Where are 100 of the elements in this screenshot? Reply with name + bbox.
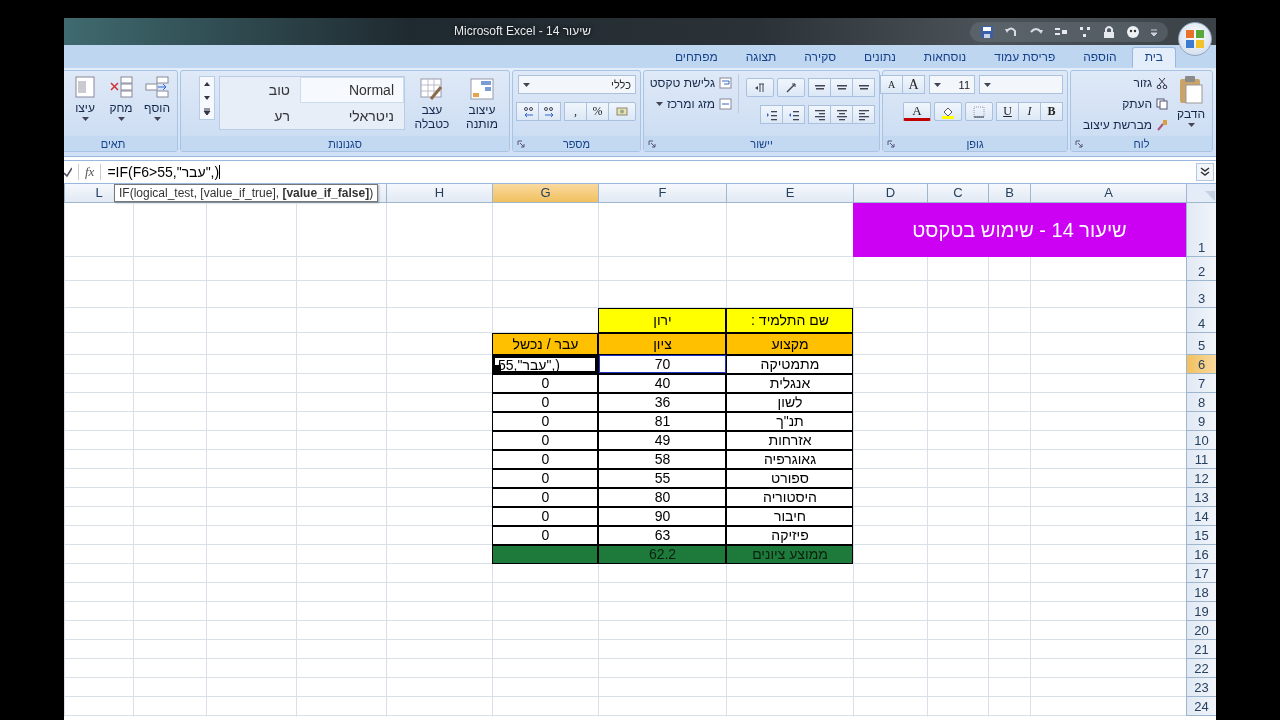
row-header[interactable]: 7 [1186,374,1216,393]
row-header[interactable]: 11 [1186,450,1216,469]
percent-button[interactable]: % [586,102,609,121]
lock-icon[interactable] [1102,24,1116,39]
table-cell: 0 [492,412,598,431]
font-size-field[interactable]: 11 [929,75,975,94]
row-header[interactable]: 23 [1186,678,1216,697]
cell-style-option[interactable]: Normal [300,77,404,103]
copy-button[interactable]: העתק [1080,95,1171,113]
dialog-launcher-icon[interactable] [887,140,895,148]
expand-formula-button[interactable] [1196,163,1214,181]
bold-button[interactable]: B [1040,102,1063,121]
format-as-table-button[interactable]: עצב כטבלה [409,74,455,132]
column-header[interactable]: E [726,184,853,203]
row-header[interactable]: 4 [1186,308,1216,333]
ribbon-tab[interactable]: מפתחים [661,47,731,68]
horizontal-align-button[interactable] [852,105,875,124]
horizontal-align-button[interactable] [808,105,831,124]
row-header[interactable]: 10 [1186,431,1216,450]
row-header[interactable]: 2 [1186,257,1216,281]
ribbon-tab[interactable]: פריסת עמוד [981,47,1069,68]
dialog-launcher-icon[interactable] [648,140,656,148]
app-menu-button[interactable] [1178,22,1212,56]
paste-button[interactable]: הדבק [1174,74,1208,128]
column-header[interactable]: C [927,184,988,203]
row-header[interactable]: 6 [1186,355,1216,374]
table-cell: 0 [492,507,598,526]
grow-font-button[interactable]: A [902,75,925,94]
row-header[interactable]: 9 [1186,412,1216,431]
insert-cells-button[interactable]: הוסף [141,74,173,122]
column-header[interactable]: G [492,184,598,203]
format-painter-button[interactable]: מברשת עיצוב [1080,116,1171,134]
underline-button[interactable]: U [996,102,1019,121]
vertical-align-button[interactable] [830,78,853,97]
font-color-button[interactable]: A [903,102,931,121]
delete-cells-button[interactable]: מחק [105,74,137,122]
column-header[interactable]: H [386,184,492,203]
row-header[interactable]: 12 [1186,469,1216,488]
ribbon-tab[interactable]: בית [1131,47,1176,68]
table-cell: לשון [726,393,853,412]
format-cells-button[interactable]: עיצו [69,74,101,122]
comma-button[interactable]: , [564,102,587,121]
row-header[interactable]: 21 [1186,640,1216,659]
vertical-align-button[interactable] [852,78,875,97]
fill-color-button[interactable] [934,102,962,121]
italic-button[interactable]: I [1018,102,1041,121]
customize-menu-icon[interactable] [1150,26,1158,37]
number-format-field[interactable]: כללי [518,75,636,94]
row-header[interactable]: 16 [1186,545,1216,564]
dialog-launcher-icon[interactable] [517,140,525,148]
more-icon[interactable] [202,108,212,116]
dialog-launcher-icon[interactable] [1075,140,1083,148]
scissors-icon [1156,77,1169,89]
row-header[interactable]: 1 [1186,203,1216,257]
decrease-indent-button[interactable] [782,105,805,124]
horizontal-align-button[interactable] [830,105,853,124]
scroll-up-icon[interactable] [202,80,212,88]
scroll-down-icon[interactable] [202,94,212,102]
column-header[interactable]: F [598,184,726,203]
row-header[interactable]: 14 [1186,507,1216,526]
row-header[interactable]: 24 [1186,697,1216,716]
text-direction-button[interactable] [746,78,774,97]
decrease-decimal-button[interactable] [516,102,539,121]
borders-button[interactable] [965,102,993,121]
row-header[interactable]: 15 [1186,526,1216,545]
row-header[interactable]: 17 [1186,564,1216,583]
increase-decimal-button[interactable] [538,102,561,121]
table-cell: ממוצע ציונים [726,545,853,564]
vertical-align-button[interactable] [808,78,831,97]
table-cell: 63 [598,526,726,545]
row-header[interactable]: 19 [1186,602,1216,621]
row-header[interactable]: 20 [1186,621,1216,640]
check-icon[interactable] [64,166,72,178]
shrink-font-button[interactable]: A [880,75,903,94]
font-name-field[interactable] [979,75,1063,94]
grid-dots-icon[interactable] [1078,24,1092,39]
ribbon-tab[interactable]: הוספה [1070,47,1130,68]
gallery-scroll-bar[interactable] [199,76,215,120]
merge-center-button[interactable]: מזג ומרכז [647,95,734,113]
insert-function-button[interactable]: fx [78,164,102,180]
formula-input[interactable]: =IF(F6>55,"עבר",) [107,164,1190,180]
column-header[interactable]: A [1030,184,1186,203]
row-header[interactable]: 22 [1186,659,1216,678]
column-header[interactable]: D [853,184,927,203]
save-icon[interactable] [980,24,994,39]
smiley-icon[interactable] [1126,24,1140,39]
row-header[interactable]: 5 [1186,333,1216,355]
ribbon-tab[interactable]: סקירה [791,47,850,68]
row-header[interactable]: 18 [1186,583,1216,602]
increase-indent-button[interactable] [760,105,783,124]
column-header[interactable]: B [988,184,1030,203]
ribbon-tab[interactable]: נוסחאות [910,47,980,68]
row-header[interactable]: 13 [1186,488,1216,507]
conditional-formatting-button[interactable]: עיצוב מותנה [459,74,505,132]
ribbon-tab[interactable]: נתונים [851,47,909,68]
row-header[interactable]: 3 [1186,281,1216,308]
wrap-text-button[interactable]: גלישת טקסט [647,74,734,92]
row-header[interactable]: 8 [1186,393,1216,412]
ribbon-tab[interactable]: תצוגה [732,47,790,68]
cut-button[interactable]: גזור [1080,74,1171,92]
